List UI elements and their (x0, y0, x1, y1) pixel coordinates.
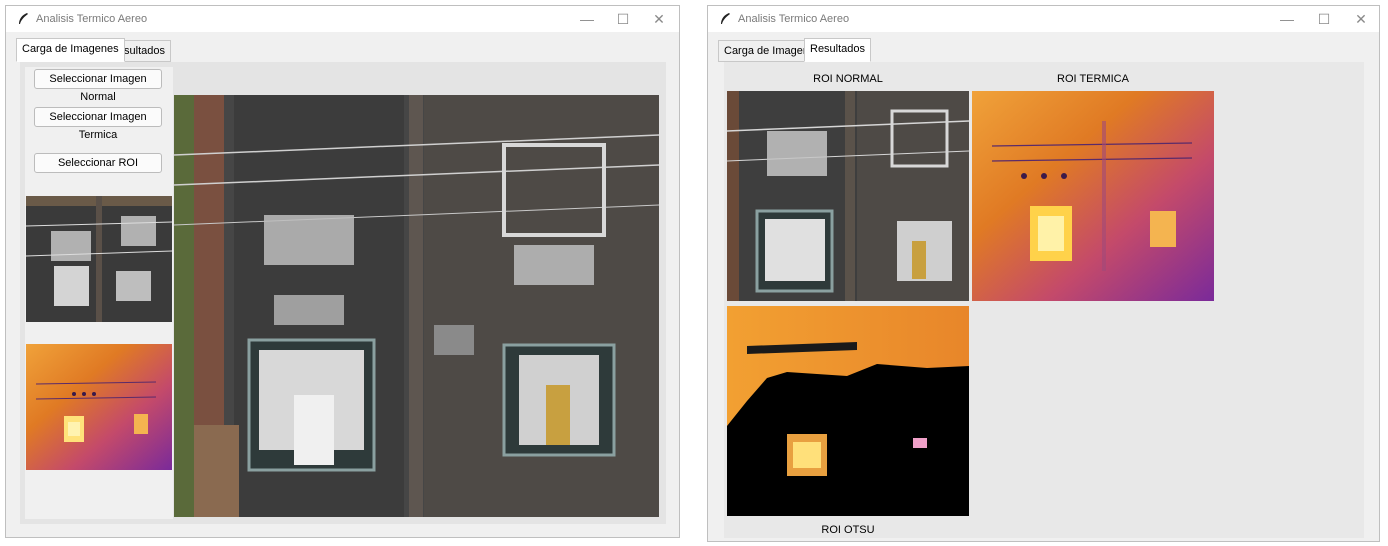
roi-otsu-image (727, 306, 969, 516)
maximize-icon[interactable]: ☐ (604, 6, 642, 32)
normal-image-preview (174, 95, 659, 517)
window-title: Analisis Termico Aereo (36, 13, 148, 25)
roi-termica-label: ROI TERMICA (1057, 73, 1129, 85)
tab-carga-de-imagenes[interactable]: Carga de Imagenes (16, 38, 125, 62)
main-window-right: Analisis Termico Aereo — ☐ ✕ Carga de Im… (707, 5, 1380, 542)
thermal-image-thumbnail (26, 344, 172, 470)
roi-normal-image (727, 91, 969, 301)
select-thermal-image-button[interactable]: Seleccionar Imagen Termica (34, 107, 162, 141)
select-normal-image-button[interactable]: Seleccionar Imagen Normal (34, 69, 162, 103)
close-icon[interactable]: ✕ (1342, 6, 1380, 32)
feather-icon (721, 13, 730, 24)
title-bar[interactable]: Analisis Termico Aereo — ☐ ✕ (6, 6, 679, 32)
select-roi-button[interactable]: Seleccionar ROI (34, 153, 162, 173)
main-window-left: Analisis Termico Aereo — ☐ ✕ Carga de Im… (5, 5, 680, 538)
tab-resultados[interactable]: Resultados (804, 38, 872, 62)
minimize-icon[interactable]: — (568, 6, 606, 32)
title-bar[interactable]: Analisis Termico Aereo — ☐ ✕ (708, 6, 1379, 32)
minimize-icon[interactable]: — (1268, 6, 1306, 32)
maximize-icon[interactable]: ☐ (1305, 6, 1343, 32)
roi-otsu-label: ROI OTSU (821, 524, 875, 536)
roi-normal-label: ROI NORMAL (813, 73, 883, 85)
window-title: Analisis Termico Aereo (738, 13, 850, 25)
roi-termica-image (972, 91, 1214, 301)
close-icon[interactable]: ✕ (640, 6, 678, 32)
feather-icon (19, 13, 28, 24)
normal-image-thumbnail (26, 196, 172, 322)
